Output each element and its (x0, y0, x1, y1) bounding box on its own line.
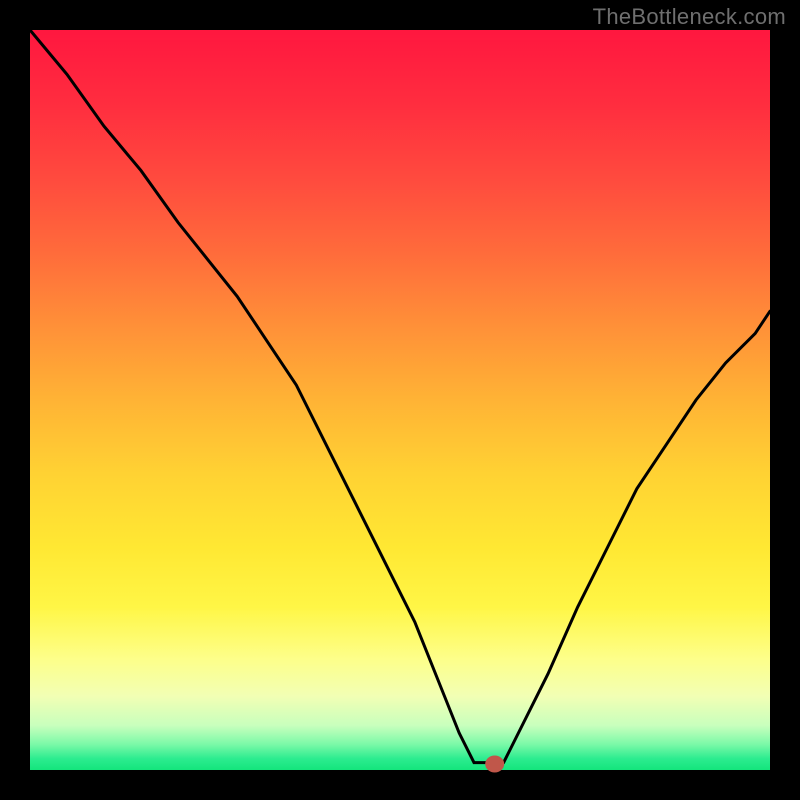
watermark-text: TheBottleneck.com (593, 4, 786, 30)
chart-frame: TheBottleneck.com (0, 0, 800, 800)
plot-background (30, 30, 770, 770)
bottleneck-chart (0, 0, 800, 800)
optimal-point-marker (486, 756, 504, 772)
